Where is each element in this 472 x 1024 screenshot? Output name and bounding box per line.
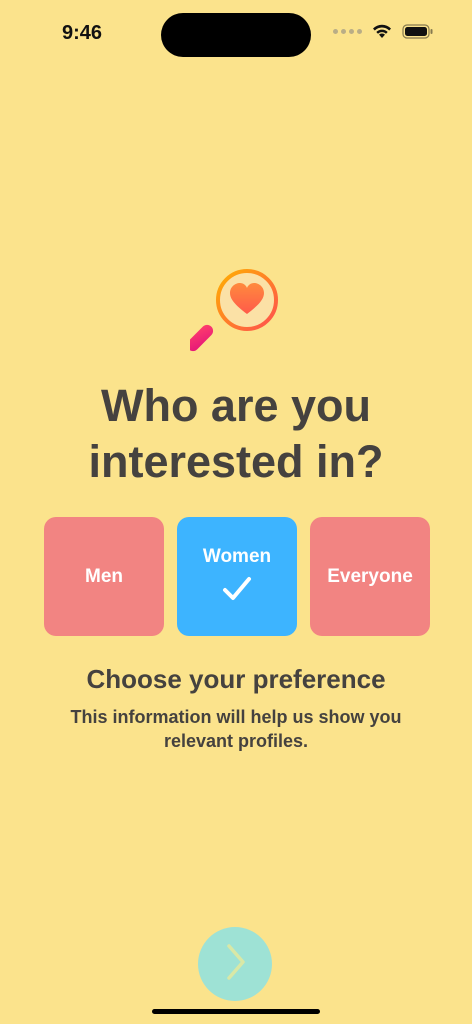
option-women-button[interactable]: Women	[177, 517, 297, 636]
option-everyone-button[interactable]: Everyone	[310, 517, 430, 636]
preference-options: Men Women Everyone	[44, 517, 430, 636]
status-indicators	[333, 24, 434, 39]
wifi-icon	[372, 24, 392, 39]
magnifier-heart-icon	[186, 268, 282, 356]
option-men-label: Men	[85, 565, 123, 587]
battery-icon	[402, 24, 434, 39]
status-time: 9:46	[62, 22, 103, 44]
dynamic-island	[161, 13, 311, 57]
home-indicator	[152, 1009, 320, 1014]
next-button[interactable]	[198, 927, 272, 1001]
description: This information will help us show you r…	[70, 707, 402, 751]
checkmark-icon	[222, 576, 252, 608]
subtitle: Choose your preference	[86, 664, 386, 694]
option-everyone-label: Everyone	[327, 565, 413, 587]
option-women-label: Women	[202, 545, 272, 567]
chevron-right-icon	[220, 942, 250, 987]
option-men-button[interactable]: Men	[44, 517, 164, 636]
title-line-1: Who are you	[100, 380, 372, 431]
signal-icon	[333, 29, 362, 34]
title-line-2: interested in?	[88, 436, 384, 487]
page-title: Who are you interested in?	[0, 378, 472, 490]
